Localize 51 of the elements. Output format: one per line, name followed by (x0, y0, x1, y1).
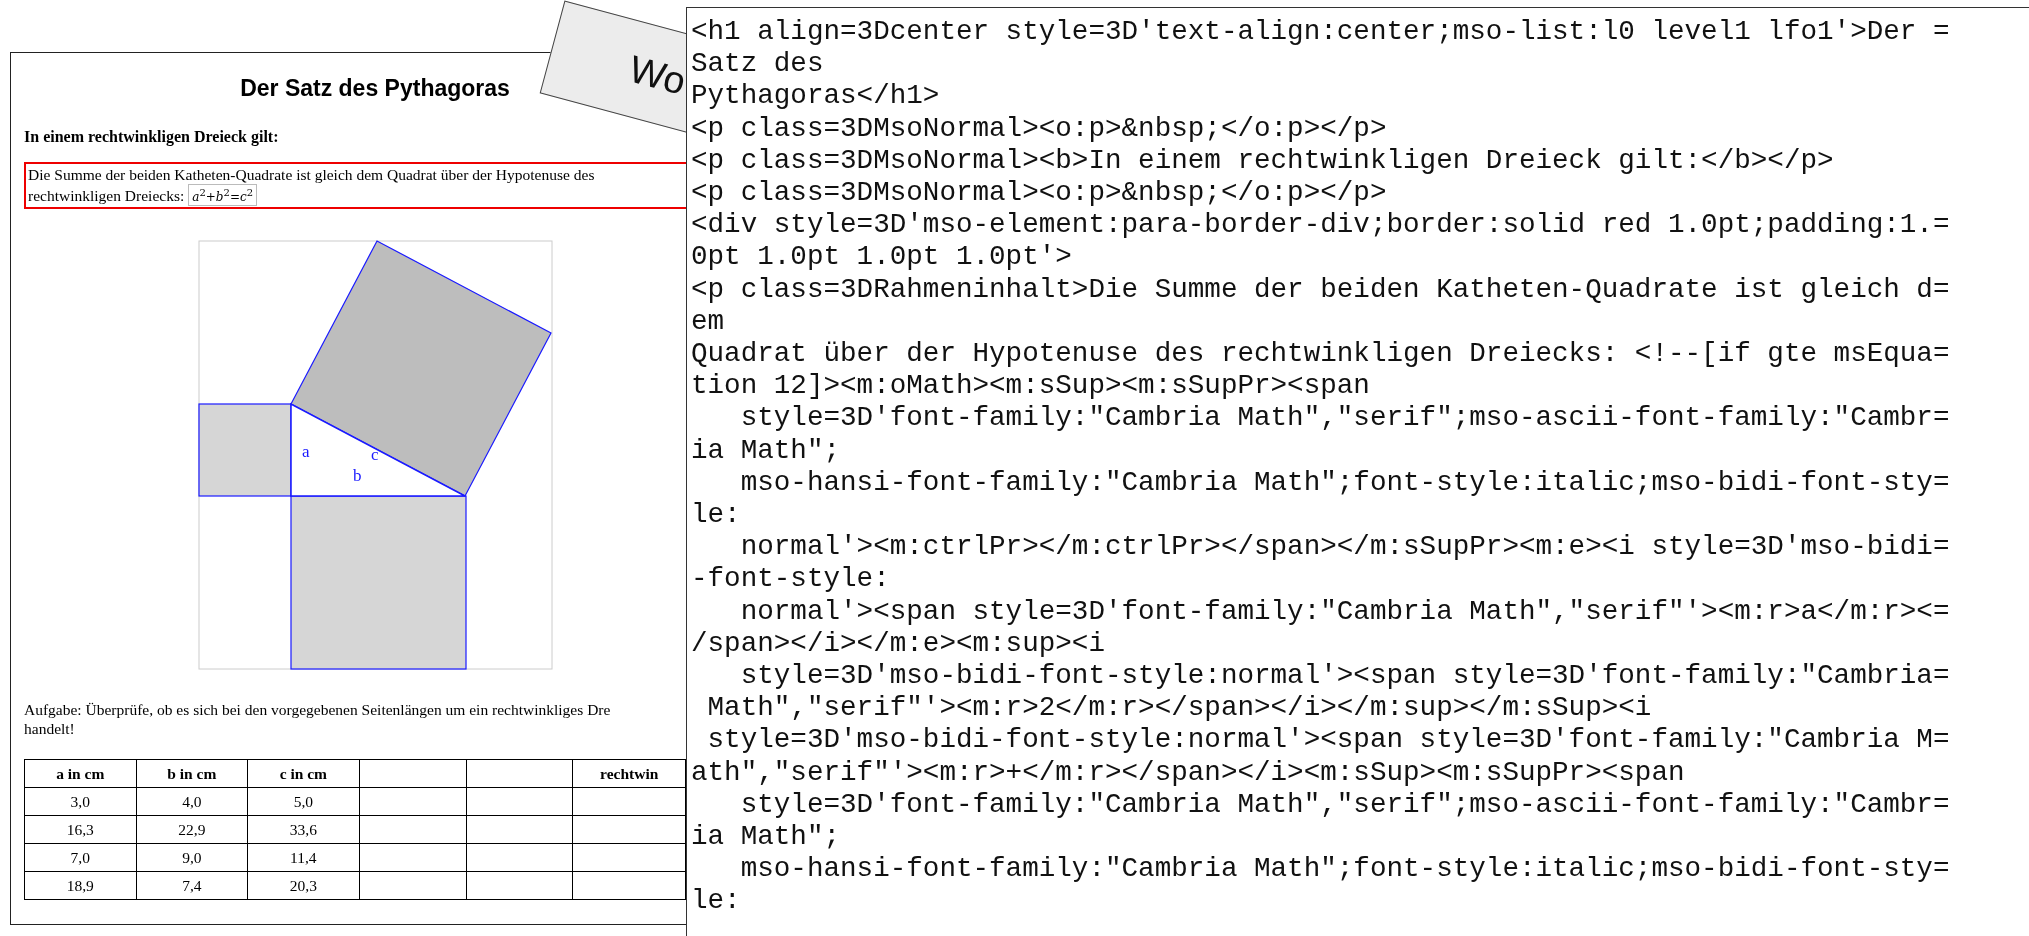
code-line: -font-style: (691, 563, 891, 596)
code-line: normal'><m:ctrlPr></m:ctrlPr></span></m:sSupPr><m:e><i style=3D'mso-bidi= (739, 531, 1951, 564)
table-header: a in cm (24, 759, 136, 788)
pythagoras-drawing: a b c (198, 240, 553, 670)
table-cell: 7,4 (136, 871, 248, 900)
table-cell: 20,3 (247, 871, 360, 900)
code-line: mso-hansi-font-family:"Cambria Math";font-style:italic;mso-bidi-font-sty= (739, 466, 1951, 500)
code-line: le: (691, 885, 742, 918)
code-line: <p class=3DMsoNormal><b>In einem rechtwinkligen Dreieck gilt:</b></p> (691, 144, 1835, 177)
formula: a$^{2}$+b$^{2}$=c$^{2}$ (188, 184, 258, 206)
task-text: Aufgabe: Überprüfe, ob es sich bei den vorgegebenen Seitenlängen um ein rechtwinkliges Dre handelt! (24, 700, 612, 738)
code-line: em (691, 305, 726, 339)
table-cell: 11,4 (247, 843, 360, 872)
table-header: c in cm (247, 759, 360, 788)
paragraph-text: rechtwinkligen Dreiecks: (28, 185, 185, 205)
code-line: 0pt 1.0pt 1.0pt 1.0pt'> (691, 241, 1073, 274)
table-cell: 4,0 (136, 787, 248, 816)
code-line: ia Math"; (691, 821, 842, 854)
table-cell: 7,0 (24, 843, 136, 872)
code-line: style=3D'mso-bidi-font-style:normal'><span style=3D'font-family:"Cambria M= (706, 724, 1951, 757)
code-line: ia Math"; (691, 434, 842, 467)
paragraph-text: Die Summe der beiden Katheten-Quadrate ist gleich dem Quadrat über der Hypotenuse des (28, 165, 595, 184)
code-line: <p class=3DRahmeninhalt>Die Summe der beiden Katheten-Quadrate ist gleich d= (691, 273, 1951, 306)
intro-text: In einem rechtwinkligen Dreieck gilt: (24, 128, 280, 146)
code-line: <div style=3D'mso-element:para-border-div;border:solid red 1.0pt;padding:1.= (691, 209, 1951, 242)
table-cell: 9,0 (136, 843, 248, 872)
code-line: ath","serif"'><m:r>+</m:r></span></i><m:sSup><m:sSupPr><span (691, 756, 1686, 789)
code-line: tion 12]><m:oMath><m:sSup><m:sSupPr><span (691, 370, 1371, 403)
code-line: Quadrat über der Hypotenuse des rechtwinkligen Dreiecks: <!--[if gte msEqua= (691, 338, 1951, 371)
code-line: /span></i></m:e><m:sup><i (691, 627, 1106, 661)
code-line: <p class=3DMsoNormal><o:p>&nbsp;</o:p></p> (691, 112, 1388, 145)
table-cell: 18,9 (24, 871, 136, 900)
code-line: Math","serif"'><m:r>2</m:r></span></i></m:sup></m:sSup><i (706, 692, 1653, 725)
code-line: style=3D'mso-bidi-font-style:normal'><span style=3D'font-family:"Cambria= (739, 660, 1951, 693)
code-line: le: (691, 499, 742, 532)
table-header: rechtwin (573, 759, 686, 788)
code-line: style=3D'font-family:"Cambria Math","serif";mso-ascii-font-family:"Cambr= (739, 788, 1951, 822)
card-text: Wo (624, 47, 691, 104)
code-line: Pythagoras</h1> (691, 80, 941, 113)
table-cell: 16,3 (24, 815, 136, 844)
table-header: b in cm (136, 759, 248, 788)
table-cell: 33,6 (247, 815, 360, 844)
code-line: Satz des (691, 48, 825, 81)
code-line: <h1 align=3Dcenter style=3D'text-align:center;mso-list:l0 level1 lfo1'>Der = (691, 16, 1951, 49)
table-cell: 5,0 (247, 787, 360, 816)
table-cell: 3,0 (24, 787, 136, 816)
code-line: mso-hansi-font-family:"Cambria Math";font-style:italic;mso-bidi-font-sty= (739, 853, 1951, 886)
code-line: style=3D'font-family:"Cambria Math","serif";mso-ascii-font-family:"Cambr= (739, 402, 1951, 435)
code-line: normal'><span style=3D'font-family:"Cambria Math","serif"'><m:r>a</m:r><= (739, 595, 1951, 628)
code-line: <p class=3DMsoNormal><o:p>&nbsp;</o:p></p> (691, 177, 1388, 210)
table-cell: 22,9 (136, 815, 248, 844)
